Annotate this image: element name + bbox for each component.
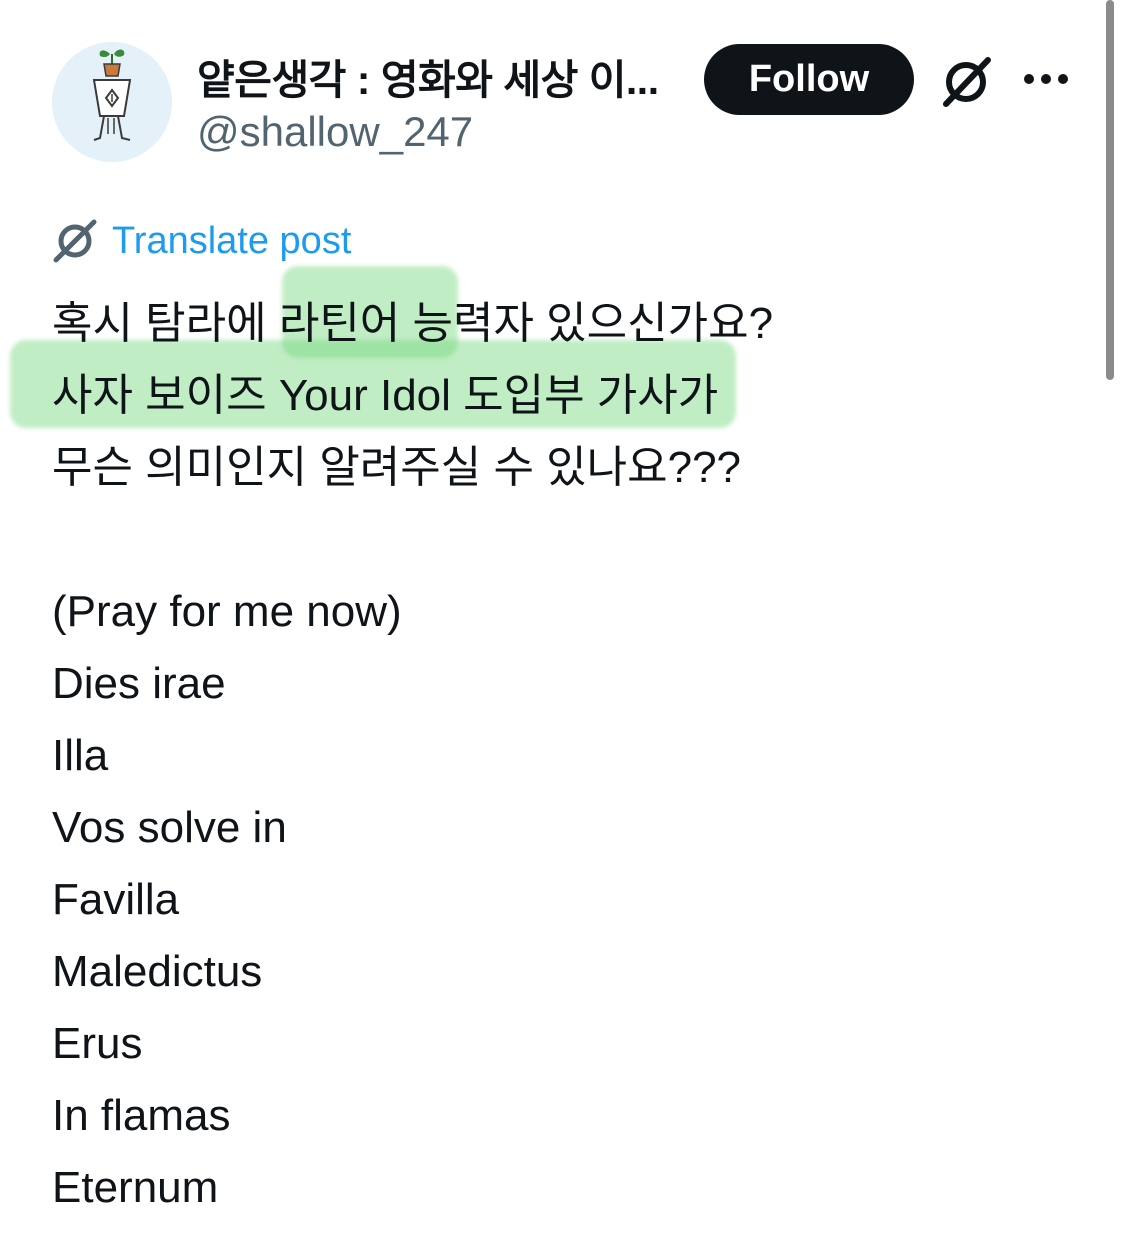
post-line: Eternum — [52, 1163, 219, 1212]
translate-post-link[interactable]: Translate post — [52, 216, 351, 266]
post-line: Illa — [52, 731, 109, 780]
post-line: Favilla — [52, 875, 180, 924]
post-page: 얕은생각 : 영화와 세상 이... @shallow_247 Follow T… — [0, 0, 1125, 1249]
post-line-blank — [52, 504, 1052, 576]
grok-icon — [53, 219, 97, 263]
post-line: 무슨 의미인지 알려주실 수 있나요??? — [52, 443, 742, 492]
user-handle[interactable]: @shallow_247 — [197, 108, 473, 156]
avatar[interactable] — [52, 42, 172, 162]
post-header: 얕은생각 : 영화와 세상 이... @shallow_247 Follow — [0, 0, 1100, 170]
post-line: In flamas — [52, 1091, 231, 1140]
post-text: 혹시 탐라에 라틴어 능력자 있으신가요? 사자 보이즈 Your Idol 도… — [52, 288, 1052, 1224]
display-name[interactable]: 얕은생각 : 영화와 세상 이... — [197, 46, 677, 106]
scrollbar[interactable] — [1106, 0, 1114, 380]
grok-icon[interactable] — [938, 54, 994, 110]
translate-post-label: Translate post — [112, 219, 352, 262]
post-line: Maledictus — [52, 947, 263, 996]
post-line: 혹시 탐라에 라틴어 능력자 있으신가요? — [52, 299, 774, 348]
post-line: (Pray for me now) — [52, 587, 402, 636]
post-line: Vos solve in — [52, 803, 287, 852]
follow-button[interactable]: Follow — [704, 44, 914, 115]
post-line: 사자 보이즈 Your Idol 도입부 가사가 — [52, 371, 719, 420]
plant-robot-avatar-icon — [52, 42, 172, 162]
post-line: Erus — [52, 1019, 143, 1068]
more-icon[interactable] — [1022, 68, 1070, 92]
post-line: Dies irae — [52, 659, 226, 708]
